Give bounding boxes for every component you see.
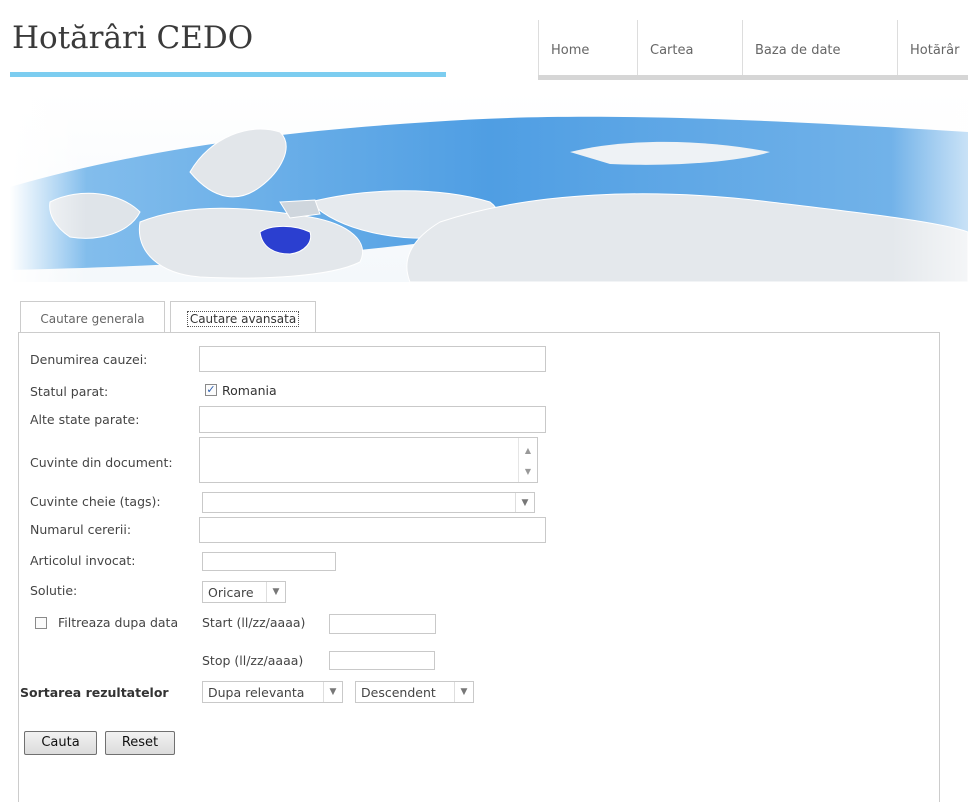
reset-button[interactable]: Reset (105, 731, 175, 755)
sortare-label: Sortarea rezultatelor (20, 685, 169, 700)
filtreaza-label: Filtreaza dupa data (58, 615, 179, 630)
alte-state-label: Alte state parate: (30, 412, 140, 427)
stop-date-input[interactable] (329, 651, 435, 670)
cuvinte-document-textarea[interactable]: ▲ ▼ (199, 437, 538, 483)
tags-label: Cuvinte cheie (tags): (30, 494, 161, 509)
tab-cautare-generala[interactable]: Cautare generala (20, 301, 165, 332)
tags-select[interactable]: ▼ (202, 492, 535, 513)
nav-hotarari[interactable]: Hotărâr (897, 20, 968, 75)
articol-label: Articolul invocat: (30, 553, 136, 568)
start-label: Start (ll/zz/aaaa) (202, 615, 306, 630)
nav-home[interactable]: Home (538, 20, 637, 75)
denumirea-input[interactable] (199, 346, 546, 372)
tab-label: Cautare avansata (186, 311, 300, 327)
sort-order-value: Descendent (361, 685, 436, 700)
romania-checkbox[interactable]: ✓ (205, 384, 217, 396)
chevron-down-icon[interactable]: ▼ (454, 682, 473, 702)
solutie-select[interactable]: Oricare ▼ (202, 581, 286, 603)
statul-label: Statul parat: (30, 384, 109, 399)
denumirea-label: Denumirea cauzei: (30, 352, 148, 367)
europe-map-banner (10, 92, 968, 282)
start-date-input[interactable] (329, 614, 436, 634)
main-nav: Home Cartea Baza de date Hotărâr (538, 20, 968, 80)
solutie-value: Oricare (208, 585, 254, 600)
articol-input[interactable] (202, 552, 336, 571)
sort-by-value: Dupa relevanta (208, 685, 305, 700)
scroll-up-icon[interactable]: ▲ (519, 446, 537, 455)
scroll-down-icon[interactable]: ▼ (519, 467, 537, 476)
tab-label: Cautare generala (40, 312, 145, 326)
solutie-label: Solutie: (30, 583, 78, 598)
cuvinte-document-label: Cuvinte din document: (30, 455, 173, 470)
numarul-cererii-input[interactable] (199, 517, 546, 543)
nav-cartea[interactable]: Cartea (637, 20, 742, 75)
nav-baza-de-date[interactable]: Baza de date (742, 20, 897, 75)
filtreaza-checkbox[interactable] (35, 617, 47, 629)
alte-state-input[interactable] (199, 406, 546, 433)
site-title[interactable]: Hotărâri CEDO (12, 20, 253, 56)
stop-label: Stop (ll/zz/aaaa) (202, 653, 304, 668)
chevron-down-icon[interactable]: ▼ (323, 682, 342, 702)
chevron-down-icon[interactable]: ▼ (266, 582, 285, 602)
sort-by-select[interactable]: Dupa relevanta ▼ (202, 681, 343, 703)
romania-label: Romania (222, 383, 277, 398)
map-illustration (10, 92, 968, 282)
chevron-down-icon[interactable]: ▼ (515, 493, 534, 512)
checkmark-icon: ✓ (206, 383, 216, 396)
numarul-cererii-label: Numarul cererii: (30, 522, 132, 537)
textarea-scrollbar[interactable]: ▲ ▼ (518, 438, 537, 482)
search-button[interactable]: Cauta (24, 731, 97, 755)
title-underline (10, 72, 446, 77)
tab-cautare-avansata[interactable]: Cautare avansata (170, 301, 316, 332)
sort-order-select[interactable]: Descendent ▼ (355, 681, 474, 703)
